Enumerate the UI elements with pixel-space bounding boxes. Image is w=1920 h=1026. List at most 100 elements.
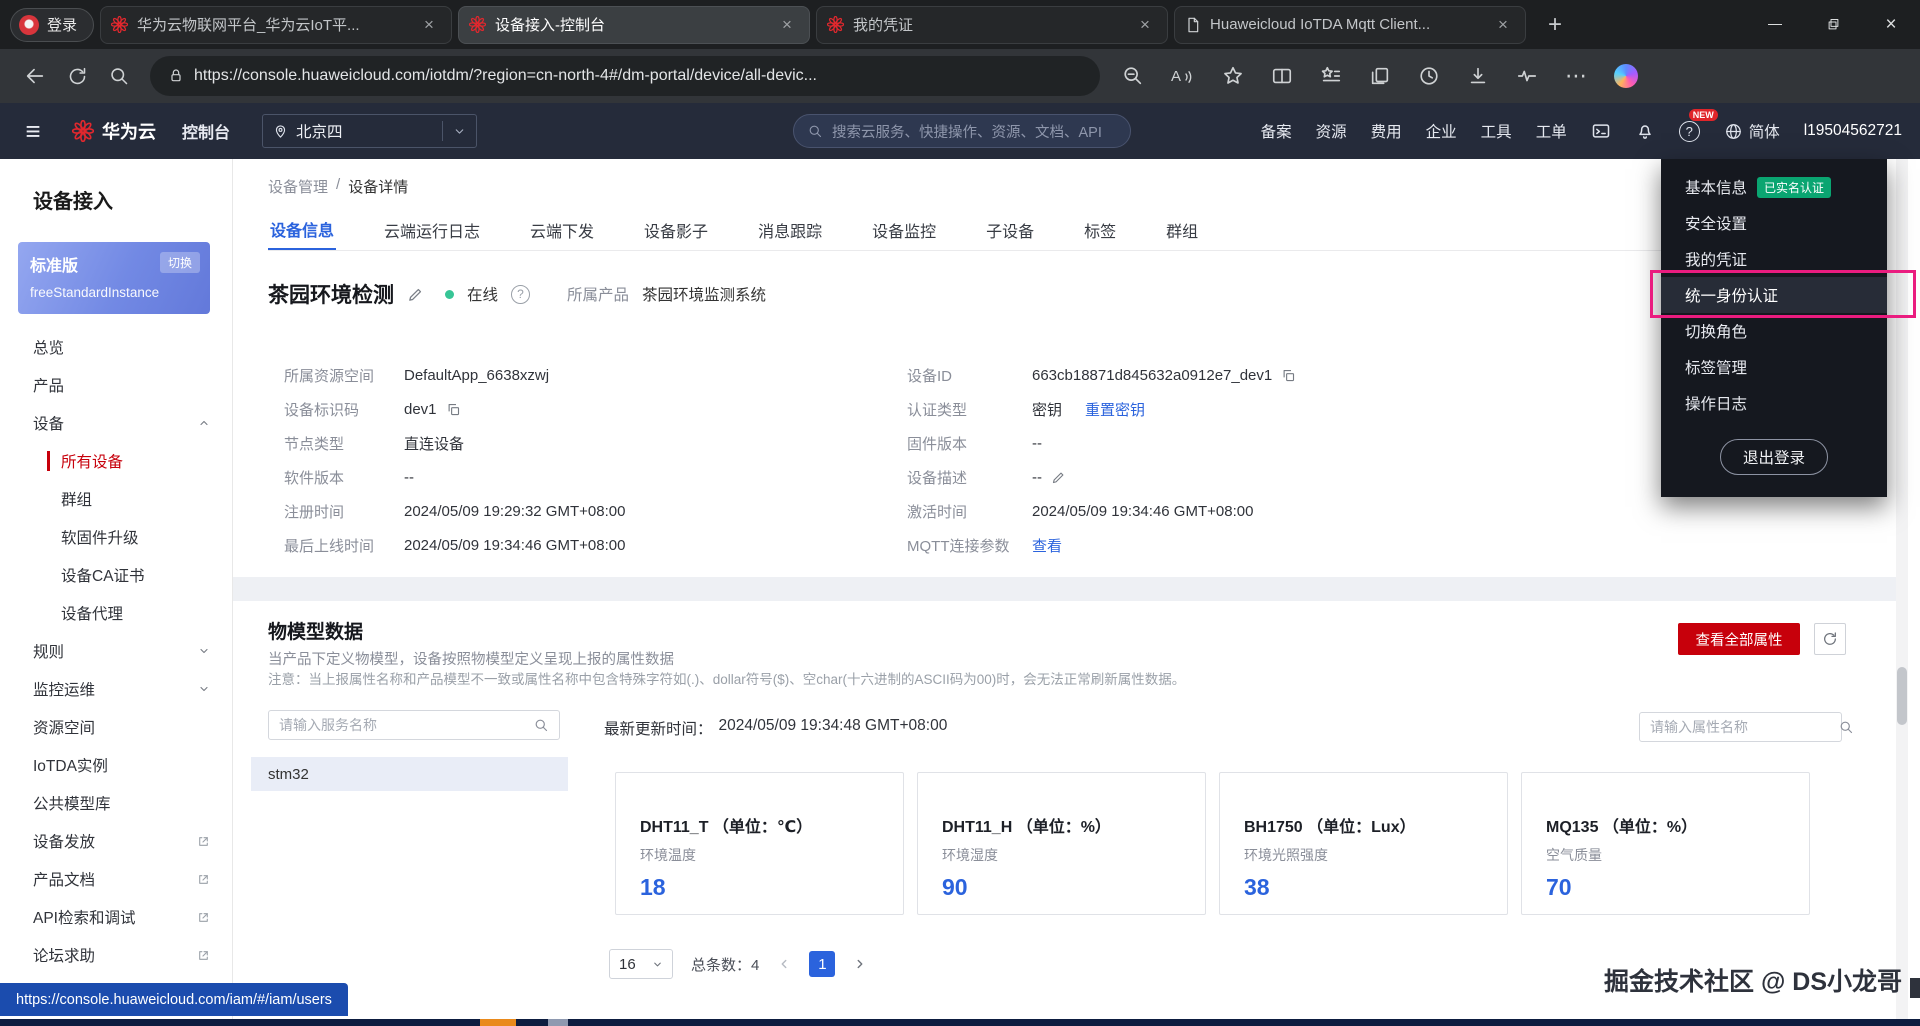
- split-screen-icon[interactable]: [1271, 65, 1293, 87]
- sidebar-item-resource-spaces[interactable]: 资源空间: [0, 708, 232, 746]
- menu-item-operation-log[interactable]: 操作日志: [1661, 385, 1887, 421]
- sidebar-item-public-models[interactable]: 公共模型库: [0, 784, 232, 822]
- tab-child-devices[interactable]: 子设备: [984, 209, 1036, 250]
- menu-item-switch-role[interactable]: 切换角色: [1661, 313, 1887, 349]
- new-tab-button[interactable]: +: [1538, 8, 1572, 42]
- reset-secret-link[interactable]: 重置密钥: [1085, 399, 1145, 420]
- menu-item-basic-info[interactable]: 基本信息 已实名认证: [1661, 169, 1887, 205]
- browser-tab-4[interactable]: Huaweicloud IoTDA Mqtt Client... ×: [1174, 6, 1526, 44]
- edition-card[interactable]: 标准版 切换 freeStandardInstance: [18, 242, 210, 314]
- property-search-box[interactable]: [1639, 712, 1842, 742]
- logout-button[interactable]: 退出登录: [1720, 439, 1828, 475]
- history-icon[interactable]: [1418, 65, 1440, 87]
- huawei-logo[interactable]: 华为云: [72, 118, 156, 144]
- browser-tab-1[interactable]: 华为云物联网平台_华为云IoT平... ×: [100, 6, 452, 44]
- collections-icon[interactable]: [1369, 65, 1391, 87]
- tab-cloud-run-logs[interactable]: 云端运行日志: [382, 209, 482, 250]
- page-number-active[interactable]: 1: [809, 951, 835, 977]
- tab-tags[interactable]: 标签: [1082, 209, 1118, 250]
- nav-ziyuan[interactable]: 资源: [1316, 120, 1347, 142]
- sidebar-item-groups[interactable]: 群组: [0, 480, 232, 518]
- copy-icon[interactable]: [446, 402, 461, 417]
- breadcrumb-parent[interactable]: 设备管理: [268, 176, 328, 197]
- view-all-properties-button[interactable]: 查看全部属性: [1678, 623, 1800, 655]
- sidebar-item-products[interactable]: 产品: [0, 366, 232, 404]
- tab-device-shadow[interactable]: 设备影子: [642, 209, 710, 250]
- console-nav-label[interactable]: 控制台: [182, 119, 230, 143]
- tab-close-icon[interactable]: ×: [1491, 13, 1515, 37]
- read-aloud-icon[interactable]: A: [1171, 68, 1195, 85]
- nav-gongju[interactable]: 工具: [1481, 120, 1512, 142]
- sidebar-item-device-provisioning[interactable]: 设备发放: [0, 822, 232, 860]
- settings-more-icon[interactable]: ⋯: [1565, 63, 1587, 89]
- scrollbar-thumb[interactable]: [1897, 667, 1907, 725]
- service-list-item-stm32[interactable]: stm32: [251, 757, 568, 791]
- favorites-bar-icon[interactable]: [1320, 65, 1342, 87]
- account-id[interactable]: l19504562721: [1804, 122, 1902, 140]
- sidebar-item-all-devices[interactable]: 所有设备: [0, 442, 232, 480]
- menu-item-my-credentials[interactable]: 我的凭证: [1661, 241, 1887, 277]
- view-mqtt-params-link[interactable]: 查看: [1032, 535, 1062, 556]
- sidebar-item-ca-certificates[interactable]: 设备CA证书: [0, 556, 232, 594]
- browser-tab-3[interactable]: 我的凭证 ×: [816, 6, 1168, 44]
- sidebar-item-firmware-upgrade[interactable]: 软固件升级: [0, 518, 232, 556]
- notifications-bell-icon[interactable]: [1635, 121, 1655, 141]
- search-icon[interactable]: [534, 718, 549, 733]
- tab-device-monitoring[interactable]: 设备监控: [870, 209, 938, 250]
- copilot-icon[interactable]: [1614, 64, 1638, 88]
- service-search-box[interactable]: [268, 710, 560, 740]
- tab-message-trace[interactable]: 消息跟踪: [756, 209, 824, 250]
- sidebar-item-iotda-instances[interactable]: IoTDA实例: [0, 746, 232, 784]
- downloads-icon[interactable]: [1467, 65, 1489, 87]
- region-selector[interactable]: 北京四: [262, 114, 477, 148]
- nav-feiyong[interactable]: 费用: [1371, 120, 1402, 142]
- sidebar-item-monitoring[interactable]: 监控运维: [0, 670, 232, 708]
- sidebar-item-devices[interactable]: 设备: [0, 404, 232, 442]
- menu-item-security-settings[interactable]: 安全设置: [1661, 205, 1887, 241]
- back-icon[interactable]: [14, 56, 56, 96]
- minimize-button[interactable]: [1746, 0, 1804, 49]
- service-search-input[interactable]: [279, 717, 526, 733]
- prev-page-icon[interactable]: [777, 957, 791, 971]
- sidebar-item-forum-help[interactable]: 论坛求助: [0, 936, 232, 974]
- help-icon[interactable]: ? NEW: [1679, 121, 1700, 142]
- zoom-out-icon[interactable]: [1122, 65, 1144, 87]
- tab-groups[interactable]: 群组: [1164, 209, 1200, 250]
- page-size-select[interactable]: 16: [609, 949, 673, 979]
- search-icon[interactable]: [1839, 720, 1854, 735]
- url-text[interactable]: https://console.huaweicloud.com/iotdm/?r…: [194, 67, 817, 85]
- nav-gongdan[interactable]: 工单: [1536, 120, 1567, 142]
- cli-terminal-icon[interactable]: [1591, 121, 1611, 141]
- browser-essentials-icon[interactable]: [1516, 65, 1538, 87]
- address-bar[interactable]: https://console.huaweicloud.com/iotdm/?r…: [150, 56, 1100, 96]
- sidebar-item-rules[interactable]: 规则: [0, 632, 232, 670]
- sidebar-item-overview[interactable]: 总览: [0, 328, 232, 366]
- tab-close-icon[interactable]: ×: [1133, 13, 1157, 37]
- tab-device-info[interactable]: 设备信息: [268, 209, 336, 250]
- refresh-icon[interactable]: [56, 56, 98, 96]
- refresh-properties-button[interactable]: [1814, 623, 1846, 655]
- edit-pencil-icon[interactable]: [407, 286, 424, 303]
- hamburger-menu-icon[interactable]: ≡: [18, 116, 48, 147]
- menu-item-tag-management[interactable]: 标签管理: [1661, 349, 1887, 385]
- nav-qiye[interactable]: 企业: [1426, 120, 1457, 142]
- tab-close-icon[interactable]: ×: [417, 13, 441, 37]
- help-icon[interactable]: ?: [511, 285, 530, 304]
- switch-edition-button[interactable]: 切换: [160, 252, 200, 273]
- copy-icon[interactable]: [1281, 368, 1296, 383]
- browser-profile-chip[interactable]: 登录: [10, 8, 94, 42]
- nav-beian[interactable]: 备案: [1261, 120, 1292, 142]
- tab-close-icon[interactable]: ×: [775, 13, 799, 37]
- restore-button[interactable]: [1804, 0, 1862, 49]
- console-search-box[interactable]: 搜索云服务、快捷操作、资源、文档、API: [793, 114, 1131, 148]
- tab-cloud-delivery[interactable]: 云端下发: [528, 209, 596, 250]
- sidebar-item-api-explorer[interactable]: API检索和调试: [0, 898, 232, 936]
- menu-item-iam[interactable]: 统一身份认证: [1661, 277, 1887, 313]
- edit-pencil-icon[interactable]: [1051, 470, 1066, 485]
- browser-tab-2-active[interactable]: 设备接入-控制台 ×: [458, 6, 810, 44]
- sidebar-item-device-proxy[interactable]: 设备代理: [0, 594, 232, 632]
- search-icon[interactable]: [98, 56, 140, 96]
- close-window-button[interactable]: ×: [1862, 0, 1920, 49]
- next-page-icon[interactable]: [853, 957, 867, 971]
- page-scrollbar[interactable]: [1896, 159, 1908, 1019]
